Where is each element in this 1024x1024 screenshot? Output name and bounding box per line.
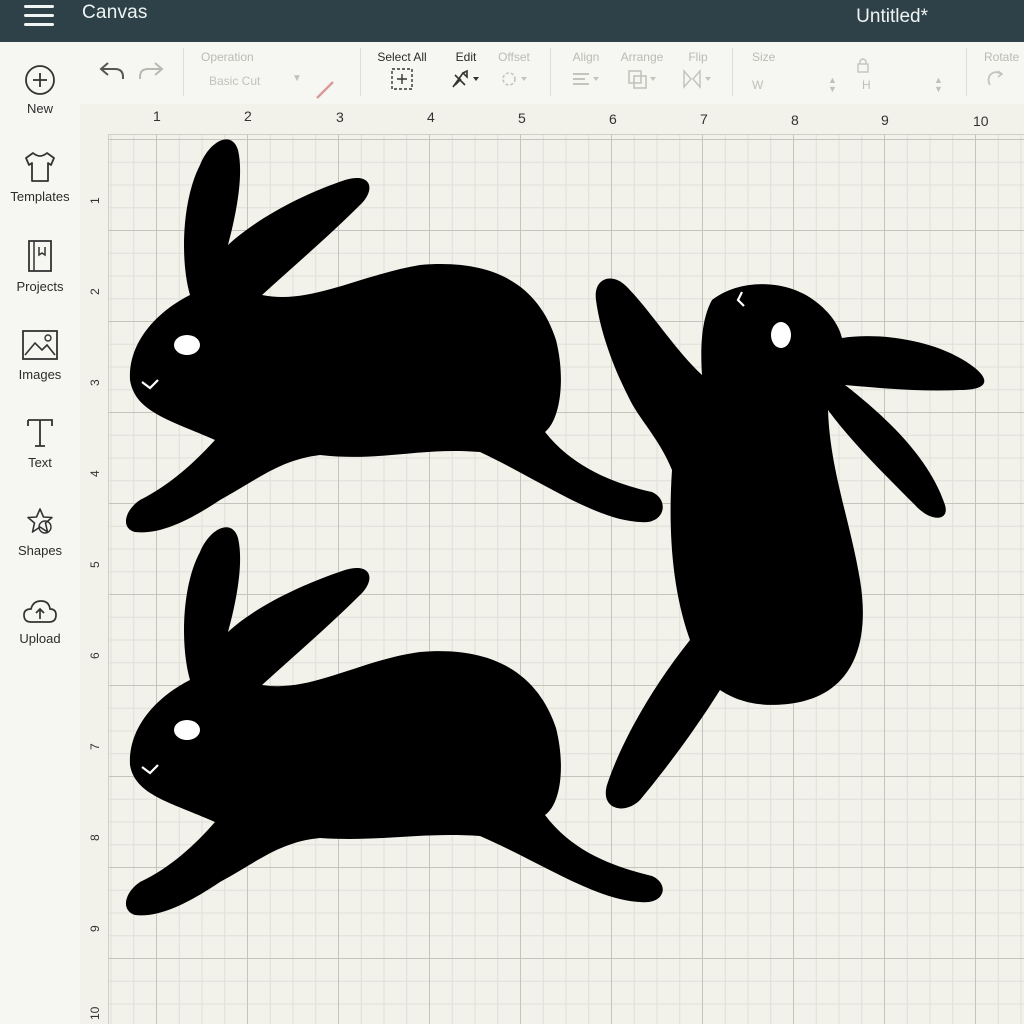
- bunny-shapes-layer: [125, 139, 985, 916]
- bunny-shape-bottom[interactable]: [125, 527, 663, 916]
- bunny-shape-top[interactable]: [125, 139, 663, 533]
- bunny-shape-right[interactable]: [595, 278, 985, 809]
